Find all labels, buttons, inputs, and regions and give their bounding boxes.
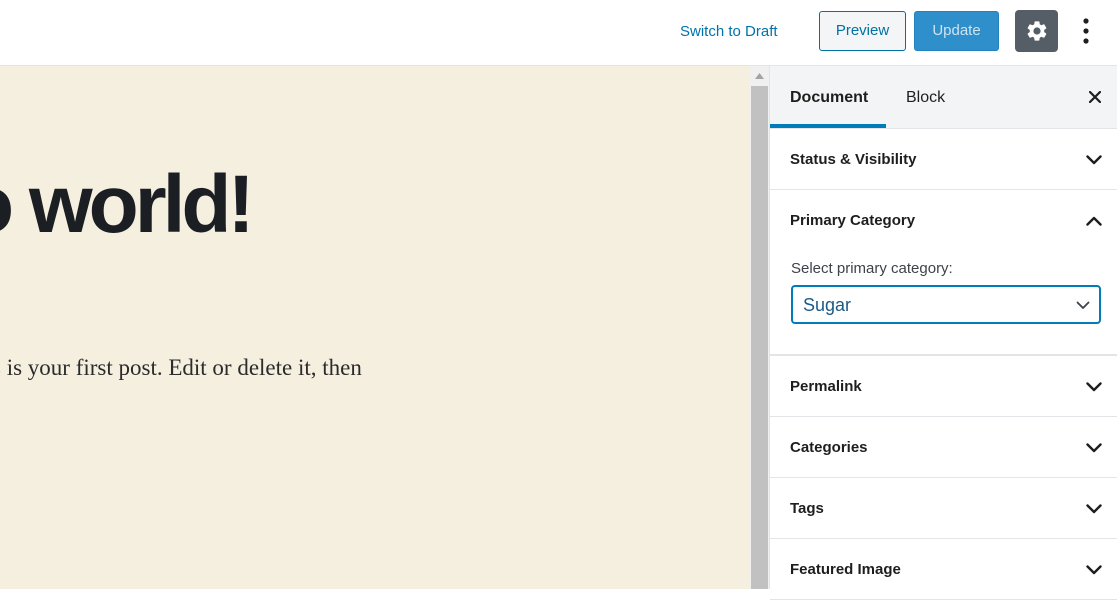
chevron-down-icon: [1085, 439, 1103, 457]
panel-primary-category: Primary Category Select primary category…: [770, 190, 1117, 356]
panel-toggle-featured-image[interactable]: Featured Image: [770, 539, 1117, 599]
panel-categories: Categories: [770, 417, 1117, 478]
chevron-down-icon: [1085, 151, 1103, 169]
editor-canvas[interactable]: o world! s is your first post. Edit or d…: [0, 66, 750, 589]
preview-button[interactable]: Preview: [819, 11, 906, 51]
editor-header: Switch to Draft Preview Update: [0, 0, 1117, 66]
select-value: Sugar: [803, 295, 852, 315]
panel-featured-image: Featured Image: [770, 539, 1117, 600]
scroll-up-arrow-icon[interactable]: [750, 70, 769, 82]
gear-icon: [1027, 21, 1046, 41]
panel-title: Featured Image: [790, 561, 901, 578]
panel-title: Primary Category: [790, 212, 916, 229]
vertical-ellipsis-icon: [1083, 18, 1089, 44]
panel-tags: Tags: [770, 478, 1117, 539]
panel-title: Tags: [790, 500, 824, 517]
primary-category-label: Select primary category:: [791, 260, 953, 277]
panel-toggle-status-visibility[interactable]: Status & Visibility: [770, 129, 1117, 189]
panel-toggle-tags[interactable]: Tags: [770, 478, 1117, 538]
panel-toggle-categories[interactable]: Categories: [770, 417, 1117, 477]
panel-status-visibility: Status & Visibility: [770, 129, 1117, 190]
panel-body: Select primary category: Sugar: [770, 260, 1117, 354]
settings-sidebar: Document Block Status & Visibility Prima…: [769, 66, 1117, 600]
chevron-down-icon: [1075, 297, 1091, 313]
close-icon: [1089, 91, 1101, 103]
switch-to-draft-button[interactable]: Switch to Draft: [672, 14, 786, 50]
settings-button[interactable]: [1015, 10, 1058, 52]
close-sidebar-button[interactable]: [1081, 83, 1109, 111]
chevron-down-icon: [1085, 500, 1103, 518]
panel-title: Status & Visibility: [790, 151, 917, 168]
more-options-button[interactable]: [1070, 12, 1102, 50]
panel-permalink: Permalink: [770, 356, 1117, 417]
chevron-up-icon: [1085, 212, 1103, 230]
chevron-down-icon: [1085, 378, 1103, 396]
primary-category-select[interactable]: Sugar: [791, 285, 1101, 324]
update-button[interactable]: Update: [914, 11, 999, 51]
sidebar-tabs: Document Block: [770, 66, 1117, 129]
tab-document[interactable]: Document: [770, 66, 886, 128]
panel-title: Categories: [790, 439, 868, 456]
chevron-down-icon: [1085, 561, 1103, 579]
panel-toggle-permalink[interactable]: Permalink: [770, 356, 1117, 416]
panel-title: Permalink: [790, 378, 862, 395]
panel-toggle-primary-category[interactable]: Primary Category: [770, 190, 1117, 250]
post-paragraph[interactable]: s is your first post. Edit or delete it,…: [0, 354, 362, 382]
editor-scrollbar[interactable]: [750, 66, 769, 589]
scrollbar-thumb[interactable]: [751, 86, 768, 589]
post-title[interactable]: o world!: [0, 164, 255, 246]
tab-block[interactable]: Block: [886, 66, 965, 128]
